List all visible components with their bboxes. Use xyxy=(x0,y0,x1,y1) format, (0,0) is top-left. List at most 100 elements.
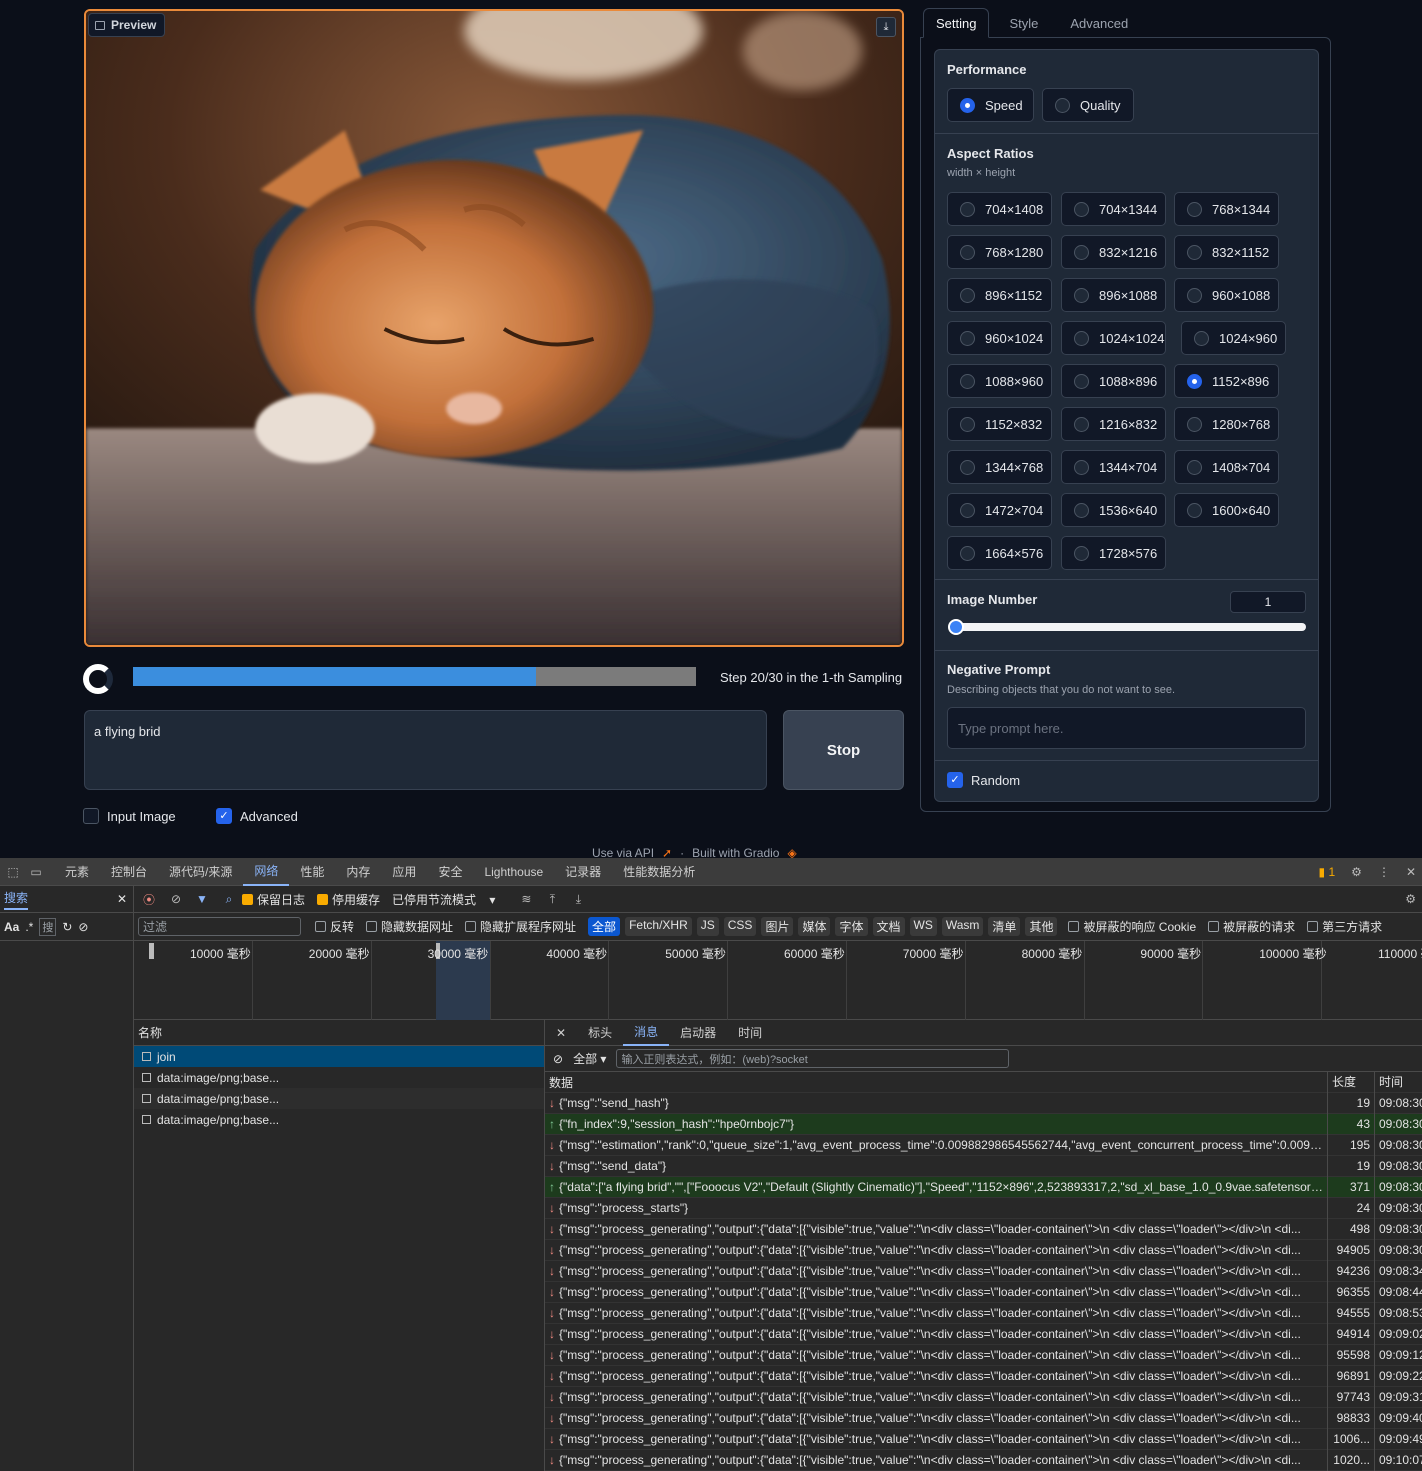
devtools-tab[interactable]: 应用 xyxy=(381,858,427,886)
request-row[interactable]: join xyxy=(134,1046,544,1067)
radio-dot[interactable] xyxy=(960,244,975,260)
input-image-box[interactable] xyxy=(83,808,99,824)
message-row[interactable]: ↓ {"msg":"process_generating","output":{… xyxy=(545,1239,1422,1261)
type-filter-pill[interactable]: 全部 xyxy=(588,917,621,936)
radio-dot[interactable] xyxy=(960,330,975,346)
checkbox-box[interactable] xyxy=(366,921,378,932)
aspect-option[interactable]: 1728×576 xyxy=(1061,536,1166,570)
column-data[interactable]: 数据 xyxy=(545,1074,1327,1091)
filter-icon[interactable]: ▼ xyxy=(188,892,216,906)
aspect-option[interactable]: 960×1024 xyxy=(947,321,1052,355)
detail-tab[interactable]: 标头 xyxy=(577,1020,623,1046)
advanced-checkbox[interactable]: ✓ Advanced xyxy=(216,808,298,824)
aspect-option[interactable]: 768×1280 xyxy=(947,235,1052,269)
aspect-option[interactable]: 960×1088 xyxy=(1174,278,1279,312)
radio-dot[interactable] xyxy=(1074,502,1089,518)
radio-dot[interactable] xyxy=(960,416,975,432)
checkbox-box[interactable] xyxy=(1307,921,1319,932)
message-row[interactable]: ↑ {"data":["a flying brid","",["Fooocus … xyxy=(545,1176,1422,1198)
aspect-option[interactable]: 704×1408 xyxy=(947,192,1052,226)
aspect-option[interactable]: 896×1088 xyxy=(1061,278,1166,312)
radio-dot[interactable] xyxy=(1187,502,1202,518)
list-header[interactable]: 名称 xyxy=(134,1020,544,1046)
message-row[interactable]: ↓ {"msg":"process_generating","output":{… xyxy=(545,1302,1422,1324)
aspect-option[interactable]: 768×1344 xyxy=(1174,192,1279,226)
checkbox-box[interactable] xyxy=(1208,921,1220,932)
more-icon[interactable]: ⋮ xyxy=(1378,865,1390,879)
wifi-icon[interactable]: ≋ xyxy=(513,892,539,906)
aspect-option[interactable]: 1152×832 xyxy=(947,407,1052,441)
radio-dot[interactable] xyxy=(1074,244,1089,260)
image-number-slider[interactable] xyxy=(949,623,1306,631)
prompt-textarea[interactable]: a flying brid xyxy=(84,710,767,790)
aspect-option[interactable]: 1024×1024 xyxy=(1061,321,1166,355)
devtools-tab[interactable]: 记录器 xyxy=(554,858,612,886)
detail-tab[interactable]: 启动器 xyxy=(669,1020,727,1046)
network-timeline[interactable]: 10000 毫秒 20000 毫秒 30000 毫秒 40000 毫秒 50000 毫秒… xyxy=(134,941,1422,1020)
third-party-checkbox[interactable]: 第三方请求 xyxy=(1307,918,1382,935)
aspect-option[interactable]: 1536×640 xyxy=(1061,493,1166,527)
download-icon[interactable]: ⤓ xyxy=(565,892,591,907)
message-regex-input[interactable]: 输入正则表达式，例如：(web)?socket xyxy=(616,1049,1010,1068)
radio-dot[interactable] xyxy=(1187,416,1202,432)
radio-dot[interactable] xyxy=(960,459,975,475)
clear-messages-icon[interactable]: ⊘ xyxy=(553,1052,563,1066)
radio-dot[interactable] xyxy=(1187,373,1202,389)
tab-setting[interactable]: Setting xyxy=(923,8,990,38)
image-number-input[interactable]: 1 xyxy=(1230,591,1306,613)
request-row[interactable]: data:image/png;base... xyxy=(134,1067,544,1088)
radio-dot[interactable] xyxy=(1187,201,1202,217)
devtools-tab[interactable]: 性能 xyxy=(289,858,335,886)
input-image-checkbox[interactable]: Input Image xyxy=(83,808,176,824)
message-row[interactable]: ↓ {"msg":"process_generating","output":{… xyxy=(545,1344,1422,1366)
message-row[interactable]: ↓ {"msg":"process_generating","output":{… xyxy=(545,1386,1422,1408)
aspect-option[interactable]: 1600×640 xyxy=(1174,493,1279,527)
stop-button[interactable]: Stop xyxy=(783,710,904,790)
message-row[interactable]: ↓ {"msg":"process_generating","output":{… xyxy=(545,1365,1422,1387)
type-filter-pill[interactable]: 文档 xyxy=(872,917,905,936)
message-row[interactable]: ↑ {"fn_index":9,"session_hash":"hpe0rnbo… xyxy=(545,1113,1422,1135)
type-filter-pill[interactable]: 图片 xyxy=(761,917,794,936)
aspect-option[interactable]: 1472×704 xyxy=(947,493,1052,527)
radio-dot[interactable] xyxy=(1074,330,1089,346)
record-icon[interactable]: ⦿ xyxy=(134,891,164,908)
radio-dot[interactable] xyxy=(960,287,975,303)
throttle-select[interactable]: 已停用节流模式 ▾ xyxy=(392,891,495,908)
detail-tab[interactable]: 消息 xyxy=(623,1020,670,1046)
column-time[interactable]: 时间 xyxy=(1374,1071,1422,1093)
radio-dot[interactable] xyxy=(1074,459,1089,475)
radio-dot[interactable] xyxy=(1074,416,1089,432)
aspect-option[interactable]: 832×1216 xyxy=(1061,235,1166,269)
close-search-icon[interactable]: ✕ xyxy=(117,892,127,906)
search-icon[interactable]: ⌕ xyxy=(216,892,242,907)
column-length[interactable]: 长度 xyxy=(1327,1071,1374,1093)
match-case-toggle[interactable]: Aa xyxy=(4,920,19,934)
message-row[interactable]: ↓ {"msg":"estimation","rank":0,"queue_si… xyxy=(545,1134,1422,1156)
aspect-option[interactable]: 1344×704 xyxy=(1061,450,1166,484)
gear-icon[interactable]: ⚙ xyxy=(1351,865,1362,879)
preserve-log-checkbox[interactable]: 保留日志 xyxy=(242,891,305,908)
blocked-cookies-checkbox[interactable]: 被屏蔽的响应 Cookie xyxy=(1068,918,1196,935)
radio-dot[interactable] xyxy=(960,97,975,113)
aspect-option[interactable]: 1088×960 xyxy=(947,364,1052,398)
message-row[interactable]: ↓ {"msg":"send_hash"} 19 09:08:30. xyxy=(545,1092,1422,1114)
hide-extension-urls-checkbox[interactable]: 隐藏扩展程序网址 xyxy=(465,918,576,935)
device-toggle-icon[interactable]: ▭ xyxy=(24,865,48,879)
blocked-requests-checkbox[interactable]: 被屏蔽的请求 xyxy=(1208,918,1295,935)
aspect-option[interactable]: 1216×832 xyxy=(1061,407,1166,441)
performance-speed[interactable]: Speed xyxy=(947,88,1034,122)
checkbox-box[interactable] xyxy=(317,893,329,905)
checkbox-box[interactable] xyxy=(465,921,477,932)
random-box[interactable]: ✓ xyxy=(947,772,963,788)
type-filter-pill[interactable]: Fetch/XHR xyxy=(625,917,692,936)
devtools-tab[interactable]: 内存 xyxy=(335,858,381,886)
disable-cache-checkbox[interactable]: 停用缓存 xyxy=(317,891,380,908)
checkbox-box[interactable] xyxy=(315,921,326,932)
message-row[interactable]: ↓ {"msg":"process_generating","output":{… xyxy=(545,1428,1422,1450)
aspect-option[interactable]: 704×1344 xyxy=(1061,192,1166,226)
type-filter-pill[interactable]: 字体 xyxy=(835,917,868,936)
message-row[interactable]: ↓ {"msg":"process_generating","output":{… xyxy=(545,1260,1422,1282)
detail-tab[interactable]: 时间 xyxy=(727,1020,773,1046)
checkbox-box[interactable] xyxy=(1068,921,1080,932)
network-settings-icon[interactable]: ⚙ xyxy=(1405,892,1416,906)
